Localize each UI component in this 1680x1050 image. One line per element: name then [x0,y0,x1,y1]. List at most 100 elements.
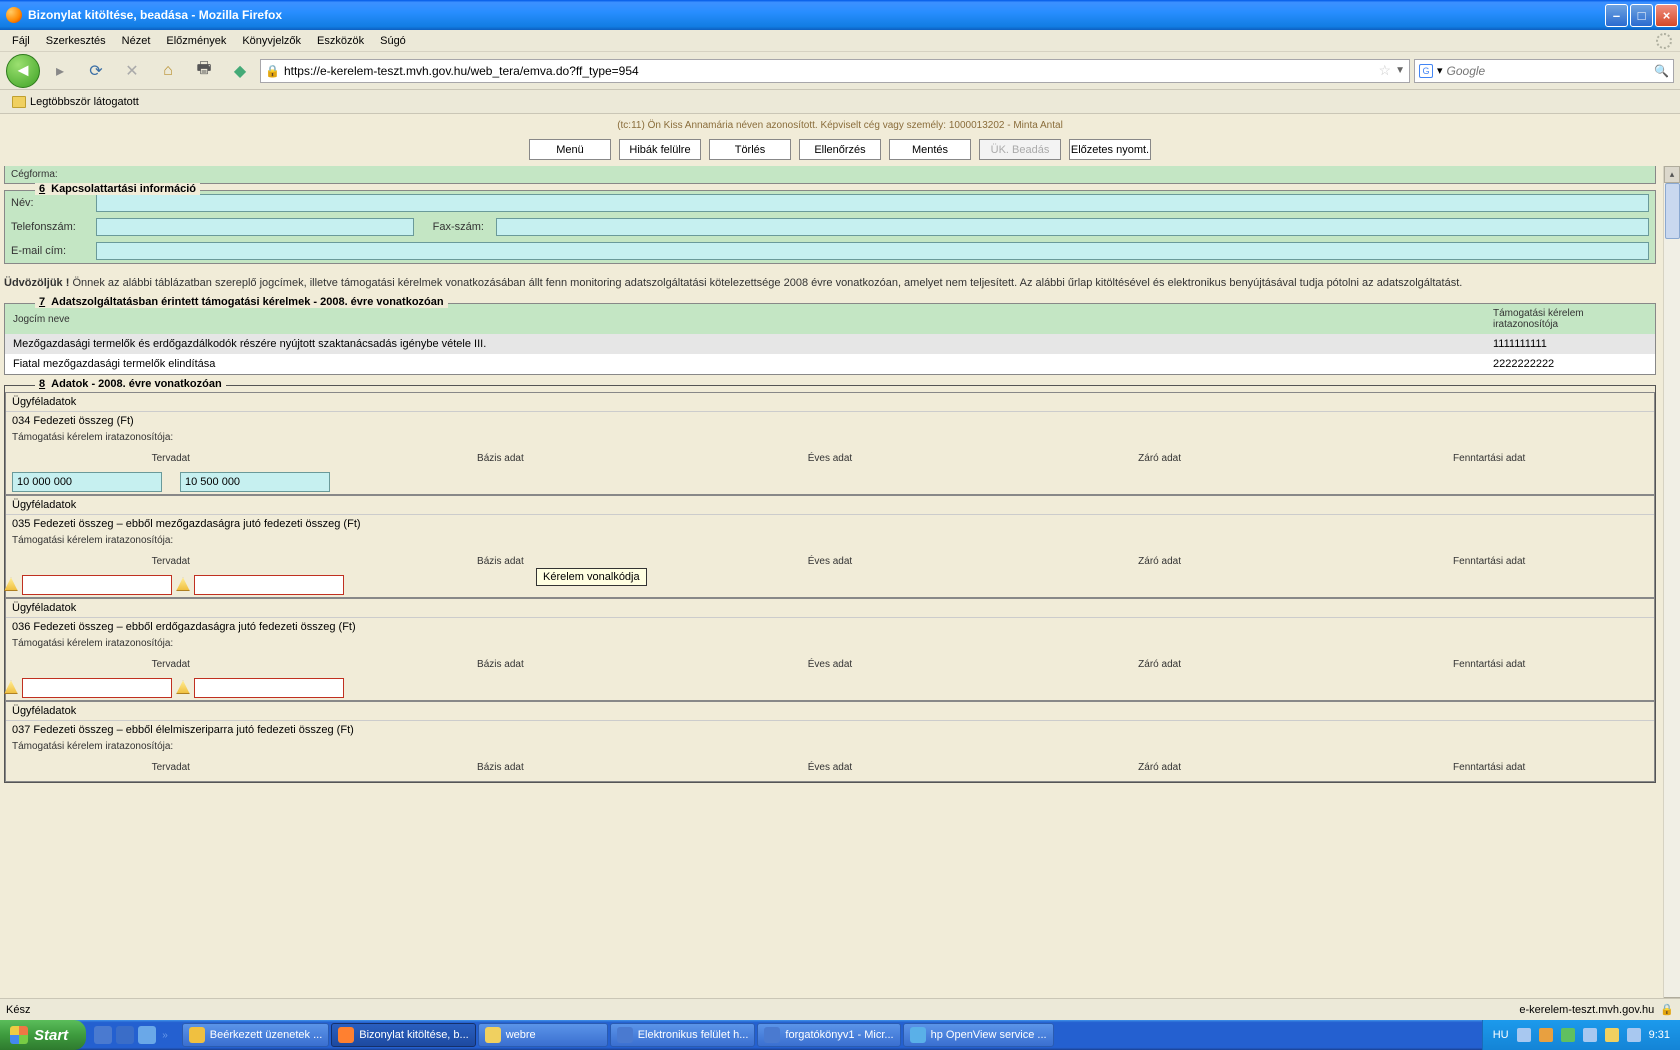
menubar: Fájl Szerkesztés Nézet Előzmények Könyvj… [0,30,1680,52]
input-fax[interactable] [496,218,1649,236]
tray-lang[interactable]: HU [1493,1029,1509,1041]
ugyfel-035: Ügyféladatok [6,496,1654,515]
input-034-terv[interactable] [12,472,162,492]
section-6-legend: 6Kapcsolattartási információ [35,183,200,195]
col-terv-035: Tervadat [6,556,336,567]
col-eves-037: Éves adat [665,762,995,773]
bookmark-most-visited[interactable]: Legtöbbször látogatott [6,94,145,110]
quick-launch-item[interactable] [94,1026,112,1044]
status-bar: Kész e-kerelem-teszt.mvh.gov.hu 🔒 [0,998,1680,1020]
quick-launch-overflow[interactable]: » [160,1030,170,1041]
throbber-icon [1656,33,1672,49]
search-box[interactable]: G ▾ 🔍 [1414,59,1674,83]
input-034-bazis[interactable] [180,472,330,492]
search-input[interactable] [1447,64,1651,78]
preview-button[interactable]: Előzetes nyomt. [1069,139,1151,160]
tray-clock[interactable]: 9:31 [1649,1029,1670,1041]
col-eves-035: Éves adat [665,556,995,567]
input-email[interactable] [96,242,1649,260]
input-035-terv[interactable] [22,575,172,595]
input-name[interactable] [96,194,1649,212]
badge-button[interactable]: ◆ [224,55,256,87]
vertical-scrollbar[interactable]: ▴ ▾ [1663,166,1680,1014]
search-engine-dropdown[interactable]: ▾ [1437,64,1443,77]
menu-bookmarks[interactable]: Könyvjelzők [234,33,309,49]
warning-icon [4,577,18,591]
reload-button[interactable]: ⟳ [80,55,112,87]
input-035-bazis[interactable] [194,575,344,595]
menu-history[interactable]: Előzmények [158,33,234,49]
input-036-terv[interactable] [22,678,172,698]
windows-logo-icon [10,1026,28,1044]
quick-launch-item[interactable] [138,1026,156,1044]
task-word2[interactable]: forgatókönyv1 - Micr... [757,1023,900,1047]
menu-edit[interactable]: Szerkesztés [38,33,114,49]
tray-icon[interactable] [1627,1028,1641,1042]
task-firefox[interactable]: Bizonylat kitöltése, b... [331,1023,475,1047]
close-button[interactable]: × [1655,4,1678,27]
title-035: 035 Fedezeti összeg – ebből mezőgazdaság… [6,515,1654,533]
col-irat: Támogatási kérelem iratazonosítója [1485,304,1655,334]
section-6: 6Kapcsolattartási információ Név: Telefo… [4,190,1656,264]
back-button[interactable]: ◄ [6,54,40,88]
row-2-id: 2222222222 [1485,354,1655,374]
block-034: Ügyféladatok 034 Fedezeti összeg (Ft) Tá… [5,392,1655,495]
url-dropdown-icon[interactable]: ▼ [1395,65,1405,76]
tray-icon[interactable] [1561,1028,1575,1042]
menu-view[interactable]: Nézet [114,33,159,49]
forward-button[interactable]: ▸ [44,55,76,87]
task-outlook[interactable]: Beérkezett üzenetek ... [182,1023,330,1047]
input-phone[interactable] [96,218,414,236]
quick-launch-item[interactable] [116,1026,134,1044]
home-button[interactable]: ⌂ [152,55,184,87]
col-fenn-035: Fenntartási adat [1324,556,1654,567]
title-036: 036 Fedezeti összeg – ebből erdőgazdaság… [6,618,1654,636]
menu-tools[interactable]: Eszközök [309,33,372,49]
ugyfel-037: Ügyféladatok [6,702,1654,721]
delete-button[interactable]: Törlés [709,139,791,160]
tray-icon[interactable] [1539,1028,1553,1042]
col-bazis: Bázis adat [336,453,666,464]
task-folder[interactable]: webre [478,1023,608,1047]
col-terv-037: Tervadat [6,762,336,773]
start-label: Start [34,1027,68,1044]
col-terv: Tervadat [6,453,336,464]
section-8-legend: 8Adatok - 2008. évre vonatkozóan [35,378,226,390]
block-036: Ügyféladatok 036 Fedezeti összeg – ebből… [5,598,1655,701]
scroll-up[interactable]: ▴ [1664,166,1680,183]
menu-file[interactable]: Fájl [4,33,38,49]
maximize-button[interactable]: □ [1630,4,1653,27]
bookmark-bar: Legtöbbször látogatott [0,90,1680,114]
minimize-button[interactable]: – [1605,4,1628,27]
tray-icon[interactable] [1605,1028,1619,1042]
scroll-thumb[interactable] [1665,183,1680,239]
stop-button[interactable]: ✕ [116,55,148,87]
welcome-text: Üdvözöljük ! Önnek az alábbi táblázatban… [4,276,1656,291]
menu-button[interactable]: Menü [529,139,611,160]
check-button[interactable]: Ellenőrzés [799,139,881,160]
note-037: Támogatási kérelem iratazonosítója: [6,739,1654,754]
url-input[interactable] [284,64,1375,78]
search-icon[interactable]: 🔍 [1654,64,1669,78]
system-tray: HU 9:31 [1482,1020,1680,1050]
url-box[interactable]: 🔒 ☆ ▼ [260,59,1410,83]
col-zaro-037: Záró adat [995,762,1325,773]
start-button[interactable]: Start [0,1020,86,1050]
task-word1[interactable]: Elektronikus felület h... [610,1023,756,1047]
errors-button[interactable]: Hibák felülre [619,139,701,160]
tray-icon[interactable] [1517,1028,1531,1042]
nav-toolbar: ◄ ▸ ⟳ ✕ ⌂ 🖶 ◆ 🔒 ☆ ▼ G ▾ 🔍 [0,52,1680,90]
menu-help[interactable]: Súgó [372,33,414,49]
task-ie[interactable]: hp OpenView service ... [903,1023,1054,1047]
section-8: 8Adatok - 2008. évre vonatkozóan Ügyféla… [4,385,1656,783]
user-info: (tc:11) Ön Kiss Annamária néven azonosít… [0,114,1680,135]
window-titlebar: Bizonylat kitöltése, beadása - Mozilla F… [0,0,1680,30]
print-button[interactable]: 🖶 [188,55,220,87]
bookmark-star-icon[interactable]: ☆ [1379,62,1392,79]
input-036-bazis[interactable] [194,678,344,698]
col-zaro: Záró adat [995,453,1325,464]
tray-icon[interactable] [1583,1028,1597,1042]
save-button[interactable]: Mentés [889,139,971,160]
col-terv-036: Tervadat [6,659,336,670]
row-2-name: Fiatal mezőgazdasági termelők elindítása [5,354,1485,374]
